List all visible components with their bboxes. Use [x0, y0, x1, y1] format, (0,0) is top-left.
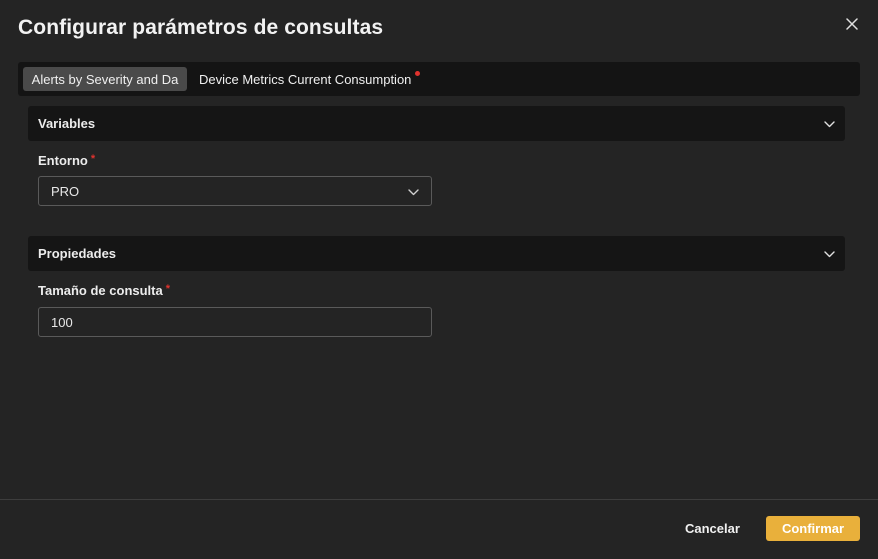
- tab-alerts-by-severity[interactable]: Alerts by Severity and Da: [23, 67, 187, 91]
- required-mark: *: [90, 153, 96, 165]
- chevron-down-icon: [824, 115, 835, 133]
- tamano-input-value: 100: [51, 314, 73, 330]
- cancel-button[interactable]: Cancelar: [672, 515, 753, 541]
- entorno-selected-value: PRO: [51, 183, 80, 199]
- tamano-label: Tamaño de consulta *: [38, 283, 170, 298]
- footer-divider: [0, 499, 878, 500]
- entorno-label: Entorno *: [38, 153, 95, 168]
- tab-label: Alerts by Severity and Da: [31, 71, 179, 87]
- section-propiedades-header[interactable]: Propiedades: [28, 236, 845, 271]
- tab-label: Device Metrics Current Consumption: [199, 71, 412, 87]
- query-tabs: Alerts by Severity and Da Device Metrics…: [18, 62, 860, 96]
- error-indicator: [415, 70, 421, 76]
- tamano-label-text: Tamaño de consulta: [38, 283, 163, 298]
- confirm-button[interactable]: Confirmar: [766, 516, 860, 541]
- entorno-label-text: Entorno: [38, 153, 88, 168]
- section-title: Propiedades: [38, 246, 117, 261]
- section-variables-header[interactable]: Variables: [28, 106, 845, 141]
- required-mark: *: [165, 283, 171, 295]
- chevron-down-icon: [824, 245, 835, 263]
- dialog-title: Configurar parámetros de consultas: [18, 16, 384, 39]
- configure-query-params-dialog: Configurar parámetros de consultas Alert…: [0, 0, 878, 559]
- section-title: Variables: [38, 116, 96, 131]
- tab-device-metrics[interactable]: Device Metrics Current Consumption: [187, 67, 432, 91]
- close-icon: [846, 17, 858, 35]
- tamano-input[interactable]: 100: [38, 307, 432, 337]
- entorno-select[interactable]: PRO: [38, 176, 432, 206]
- close-button[interactable]: [842, 16, 862, 36]
- chevron-down-icon: [408, 184, 419, 199]
